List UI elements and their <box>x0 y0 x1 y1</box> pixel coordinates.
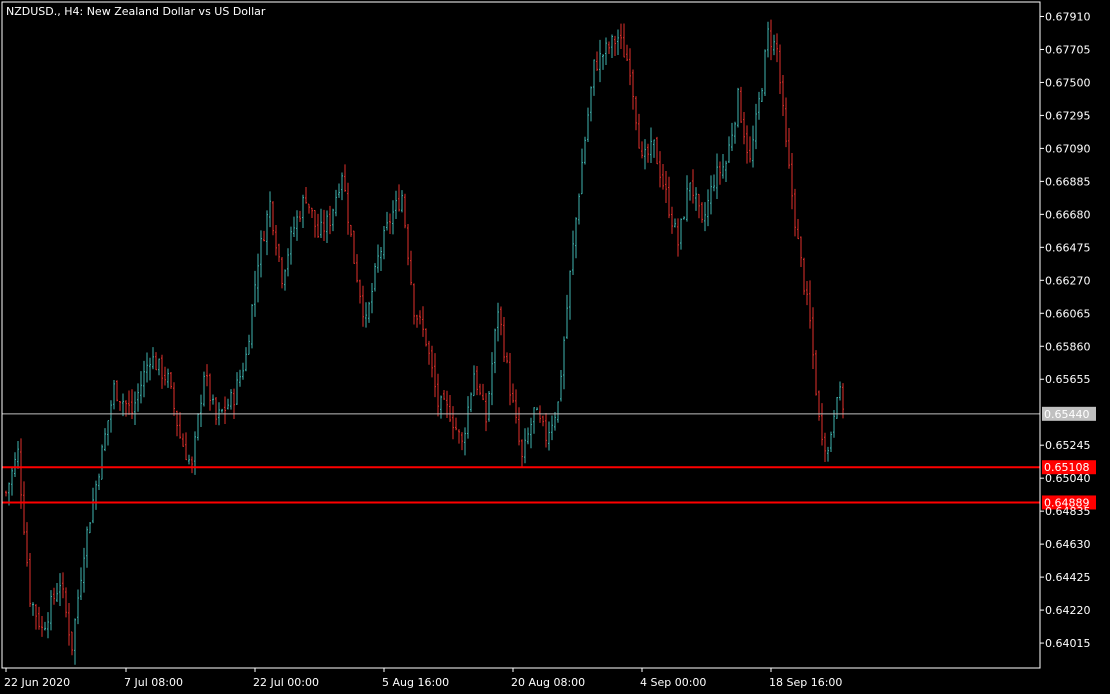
y-tick-label: 0.64425 <box>1045 571 1091 584</box>
x-tick-label: 22 Jun 2020 <box>4 676 70 689</box>
y-tick-label: 0.65040 <box>1045 472 1091 485</box>
y-tick-label: 0.65860 <box>1045 340 1091 353</box>
x-tick-label: 5 Aug 16:00 <box>382 676 449 689</box>
price-chart[interactable]: 0.654400.651080.64889 0.679100.677050.67… <box>0 0 1110 694</box>
y-tick-label: 0.66680 <box>1045 208 1091 221</box>
current-price-label: 0.65440 <box>1044 408 1090 421</box>
y-tick-label: 0.66475 <box>1045 241 1091 254</box>
y-tick-label: 0.66885 <box>1045 175 1091 188</box>
y-tick-label: 0.67500 <box>1045 76 1091 89</box>
y-tick-label: 0.66065 <box>1045 307 1091 320</box>
chart-background <box>0 0 1110 694</box>
y-tick-label: 0.67090 <box>1045 142 1091 155</box>
y-tick-label: 0.64220 <box>1045 604 1091 617</box>
x-tick-label: 4 Sep 00:00 <box>640 676 706 689</box>
y-tick-label: 0.67910 <box>1045 10 1091 23</box>
y-tick-label: 0.67705 <box>1045 43 1091 56</box>
x-tick-label: 20 Aug 08:00 <box>511 676 585 689</box>
y-tick-label: 0.64835 <box>1045 505 1091 518</box>
y-tick-label: 0.66270 <box>1045 274 1091 287</box>
x-tick-label: 7 Jul 08:00 <box>124 676 183 689</box>
y-tick-label: 0.65245 <box>1045 439 1091 452</box>
x-tick-label: 18 Sep 16:00 <box>769 676 842 689</box>
y-tick-label: 0.65655 <box>1045 373 1091 386</box>
y-tick-label: 0.67295 <box>1045 109 1091 122</box>
y-tick-label: 0.64630 <box>1045 538 1091 551</box>
chart-title: NZDUSD., H4: New Zealand Dollar vs US Do… <box>6 5 266 18</box>
y-tick-label: 0.64015 <box>1045 637 1091 650</box>
x-tick-label: 22 Jul 00:00 <box>253 676 319 689</box>
